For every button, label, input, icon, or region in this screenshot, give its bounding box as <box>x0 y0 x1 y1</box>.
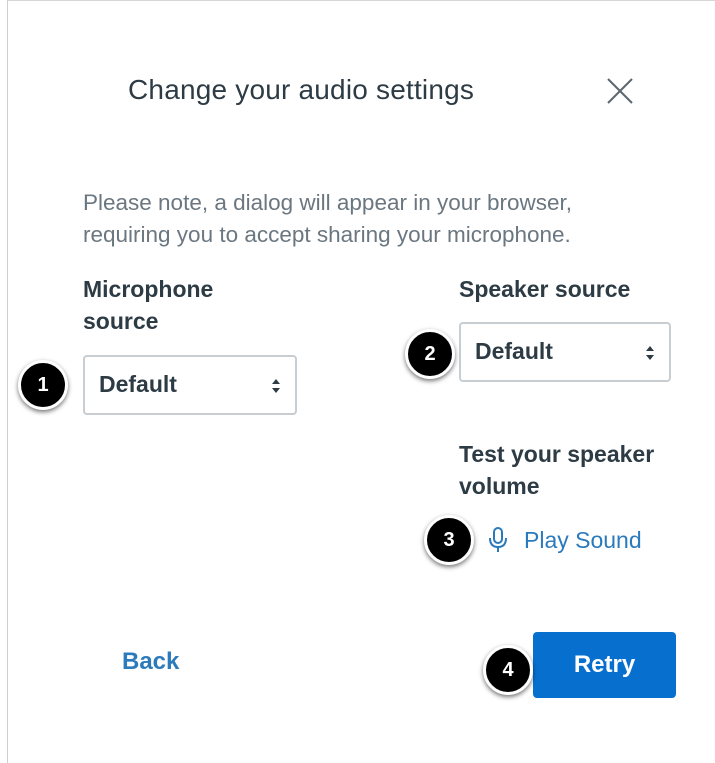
callout-badge-4: 4 <box>483 645 533 695</box>
play-sound-button[interactable]: Play Sound <box>487 524 642 556</box>
speaker-source-select[interactable]: Default <box>459 322 671 382</box>
select-arrows-icon <box>272 379 280 393</box>
retry-button[interactable]: Retry <box>533 632 676 698</box>
dialog-title: Change your audio settings <box>128 74 475 105</box>
play-sound-label: Play Sound <box>524 526 642 553</box>
microphone-icon <box>489 527 507 552</box>
speaker-source-label: Speaker source <box>459 276 631 302</box>
close-button[interactable] <box>605 76 635 106</box>
close-icon[interactable] <box>605 76 635 106</box>
microphone-source-label: Microphone source <box>83 276 214 334</box>
select-arrows-icon <box>646 346 654 360</box>
speaker-source-value: Default <box>475 338 553 364</box>
test-speaker-volume-label: Test your speaker volume <box>459 441 655 499</box>
browser-permission-note: Please note, a dialog will appear in you… <box>83 190 573 247</box>
callout-badge-3: 3 <box>424 515 474 565</box>
back-button[interactable]: Back <box>122 648 179 676</box>
microphone-source-value: Default <box>99 371 177 397</box>
microphone-source-select[interactable]: Default <box>83 355 297 415</box>
callout-badge-1: 1 <box>18 360 68 410</box>
callout-badge-2: 2 <box>405 329 455 379</box>
